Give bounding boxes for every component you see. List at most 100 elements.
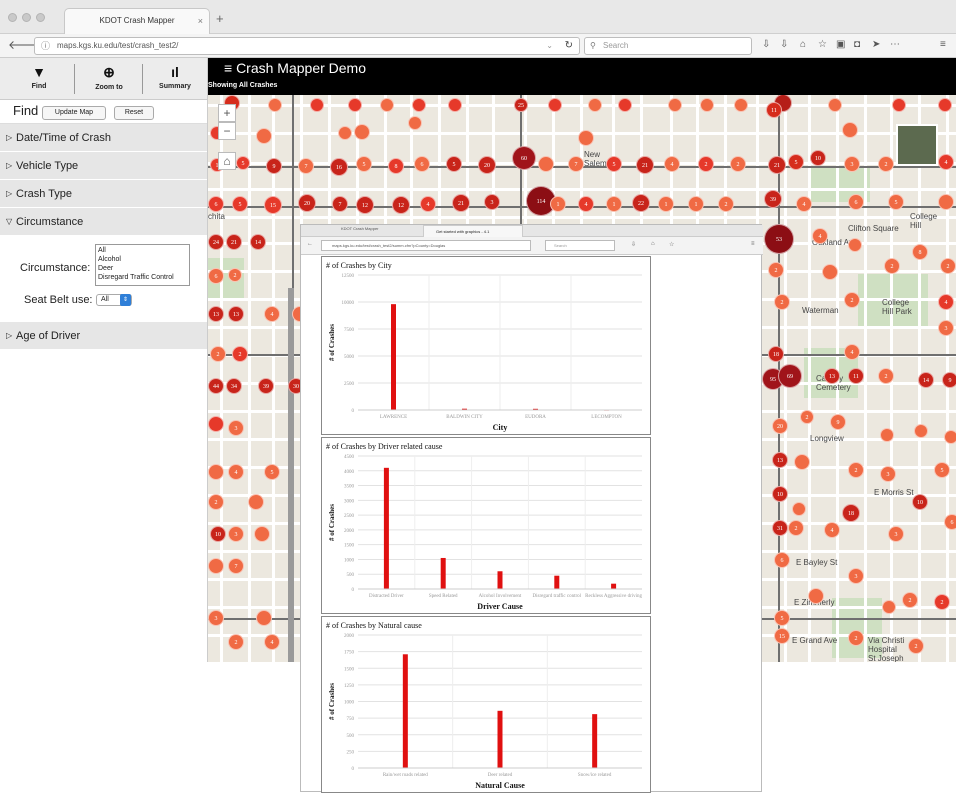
crash-cluster-marker[interactable]: 10 — [912, 494, 928, 510]
crash-cluster-marker[interactable]: 14 — [250, 234, 266, 250]
crash-cluster-marker[interactable]: 10 — [210, 526, 226, 542]
crash-cluster-marker[interactable]: 5 — [264, 464, 280, 480]
crash-cluster-marker[interactable]: 2 — [940, 258, 956, 274]
crash-cluster-marker[interactable]: 5 — [446, 156, 462, 172]
crash-cluster-marker[interactable] — [588, 98, 602, 112]
crash-cluster-marker[interactable]: 20 — [298, 194, 316, 212]
crash-cluster-marker[interactable]: 13 — [772, 452, 788, 468]
crash-cluster-marker[interactable]: 8 — [912, 244, 928, 260]
crash-cluster-marker[interactable]: 4 — [664, 156, 680, 172]
crash-cluster-marker[interactable] — [256, 128, 272, 144]
listbox-option[interactable]: Alcohol — [98, 255, 187, 264]
crash-cluster-marker[interactable]: 9 — [830, 414, 846, 430]
new-tab-icon[interactable]: + — [216, 11, 224, 26]
crash-cluster-marker[interactable]: 2 — [768, 262, 784, 278]
crash-cluster-marker[interactable] — [208, 558, 224, 574]
crash-cluster-marker[interactable]: 18 — [842, 504, 860, 522]
crash-cluster-marker[interactable] — [794, 454, 810, 470]
crash-cluster-marker[interactable]: 21 — [226, 234, 242, 250]
accordion-date-time[interactable]: ▷ Date/Time of Crash — [0, 124, 207, 152]
listbox-option[interactable]: Deer — [98, 264, 187, 273]
crash-cluster-marker[interactable]: 10 — [810, 150, 826, 166]
bookmark-star-icon[interactable]: ☆ — [669, 241, 674, 248]
crash-cluster-marker[interactable]: 2 — [774, 294, 790, 310]
crash-cluster-marker[interactable]: 4 — [938, 294, 954, 310]
tool-summary[interactable]: ıl Summary — [142, 58, 208, 100]
crash-cluster-marker[interactable] — [348, 98, 362, 112]
crash-cluster-marker[interactable]: 24 — [208, 234, 224, 250]
crash-cluster-marker[interactable]: 7 — [228, 558, 244, 574]
overlay-tab-active[interactable]: Get started with graphics - 4.1 — [423, 225, 523, 237]
crash-cluster-marker[interactable] — [792, 502, 806, 516]
dropdown-icon[interactable]: ⌄ — [546, 38, 553, 54]
crash-cluster-marker[interactable]: 5 — [236, 156, 250, 170]
crash-cluster-marker[interactable]: 14 — [918, 372, 934, 388]
crash-cluster-marker[interactable]: 7 — [568, 156, 584, 172]
crash-cluster-marker[interactable]: 6 — [774, 552, 790, 568]
crash-cluster-marker[interactable] — [892, 98, 906, 112]
crash-cluster-marker[interactable] — [208, 416, 224, 432]
crash-cluster-marker[interactable]: 69 — [778, 364, 802, 388]
crash-cluster-marker[interactable] — [548, 98, 562, 112]
crash-cluster-marker[interactable]: 34 — [226, 378, 242, 394]
crash-cluster-marker[interactable]: 5 — [788, 154, 804, 170]
crash-cluster-marker[interactable]: 2 — [800, 410, 814, 424]
crash-cluster-marker[interactable] — [700, 98, 714, 112]
tool-zoom-to[interactable]: ⊕ Zoom to — [76, 58, 142, 100]
hamburger-menu-icon[interactable]: ≡ — [940, 39, 946, 50]
overlay-tab[interactable]: KDOT Crash Mapper — [341, 226, 379, 231]
crash-cluster-marker[interactable]: 22 — [632, 194, 650, 212]
crash-cluster-marker[interactable]: 1 — [658, 196, 674, 212]
back-arrow-icon[interactable]: ← — [307, 241, 313, 247]
crash-cluster-marker[interactable]: 2 — [844, 292, 860, 308]
crash-cluster-marker[interactable]: 6 — [944, 514, 956, 530]
crash-cluster-marker[interactable]: 10 — [772, 486, 788, 502]
crash-cluster-marker[interactable]: 44 — [208, 378, 224, 394]
crash-cluster-marker[interactable]: 6 — [848, 194, 864, 210]
crash-cluster-marker[interactable]: 13 — [228, 306, 244, 322]
download-icon[interactable]: ⇩ — [631, 241, 636, 248]
crash-cluster-marker[interactable]: 4 — [228, 464, 244, 480]
crash-cluster-marker[interactable]: 2 — [228, 634, 244, 650]
crash-cluster-marker[interactable] — [254, 526, 270, 542]
crash-cluster-marker[interactable] — [914, 424, 928, 438]
crash-cluster-marker[interactable] — [538, 156, 554, 172]
update-map-button[interactable]: Update Map — [42, 106, 106, 120]
crash-cluster-marker[interactable]: 9 — [266, 158, 282, 174]
crash-cluster-marker[interactable]: 4 — [938, 154, 954, 170]
crash-cluster-marker[interactable] — [310, 98, 324, 112]
crash-cluster-marker[interactable]: 4 — [264, 634, 280, 650]
hamburger-menu-icon[interactable]: ≡ — [751, 241, 755, 247]
crash-cluster-marker[interactable]: 4 — [844, 344, 860, 360]
crash-cluster-marker[interactable]: 2 — [232, 346, 248, 362]
crash-cluster-marker[interactable]: 2 — [698, 156, 714, 172]
crash-cluster-marker[interactable] — [412, 98, 426, 112]
crash-cluster-marker[interactable]: 2 — [902, 592, 918, 608]
crash-cluster-marker[interactable]: 60 — [512, 146, 536, 170]
circumstance-listbox[interactable]: All Alcohol Deer Disregard Traffic Contr… — [95, 244, 190, 286]
crash-cluster-marker[interactable]: 3 — [880, 466, 896, 482]
send-icon[interactable]: ➤ — [872, 39, 880, 50]
crash-cluster-marker[interactable] — [354, 124, 370, 140]
crash-cluster-marker[interactable] — [734, 98, 748, 112]
crash-cluster-marker[interactable] — [944, 430, 956, 444]
url-bar[interactable]: ⓘ maps.kgs.ku.edu/test/crash_test2/ ⌄ ↻ — [34, 37, 580, 55]
crash-cluster-marker[interactable] — [248, 494, 264, 510]
crash-cluster-marker[interactable] — [822, 264, 838, 280]
crash-cluster-marker[interactable]: 13 — [824, 368, 840, 384]
crash-cluster-marker[interactable] — [338, 126, 352, 140]
crash-cluster-marker[interactable] — [668, 98, 682, 112]
crash-cluster-marker[interactable]: 6 — [414, 156, 430, 172]
crash-cluster-marker[interactable]: 3 — [848, 568, 864, 584]
crash-cluster-marker[interactable]: 8 — [388, 158, 404, 174]
crash-cluster-marker[interactable]: 15 — [774, 628, 790, 644]
crash-cluster-marker[interactable]: 2 — [934, 594, 950, 610]
accordion-circumstance[interactable]: ▽ Circumstance — [0, 208, 207, 236]
crash-cluster-marker[interactable] — [882, 600, 896, 614]
crash-cluster-marker[interactable] — [256, 610, 272, 626]
basemap-toggle[interactable] — [896, 124, 938, 166]
crash-cluster-marker[interactable]: 53 — [764, 224, 794, 254]
crash-cluster-marker[interactable]: 3 — [228, 526, 244, 542]
crash-cluster-marker[interactable]: 4 — [824, 522, 840, 538]
crash-cluster-marker[interactable]: 3 — [208, 610, 224, 626]
